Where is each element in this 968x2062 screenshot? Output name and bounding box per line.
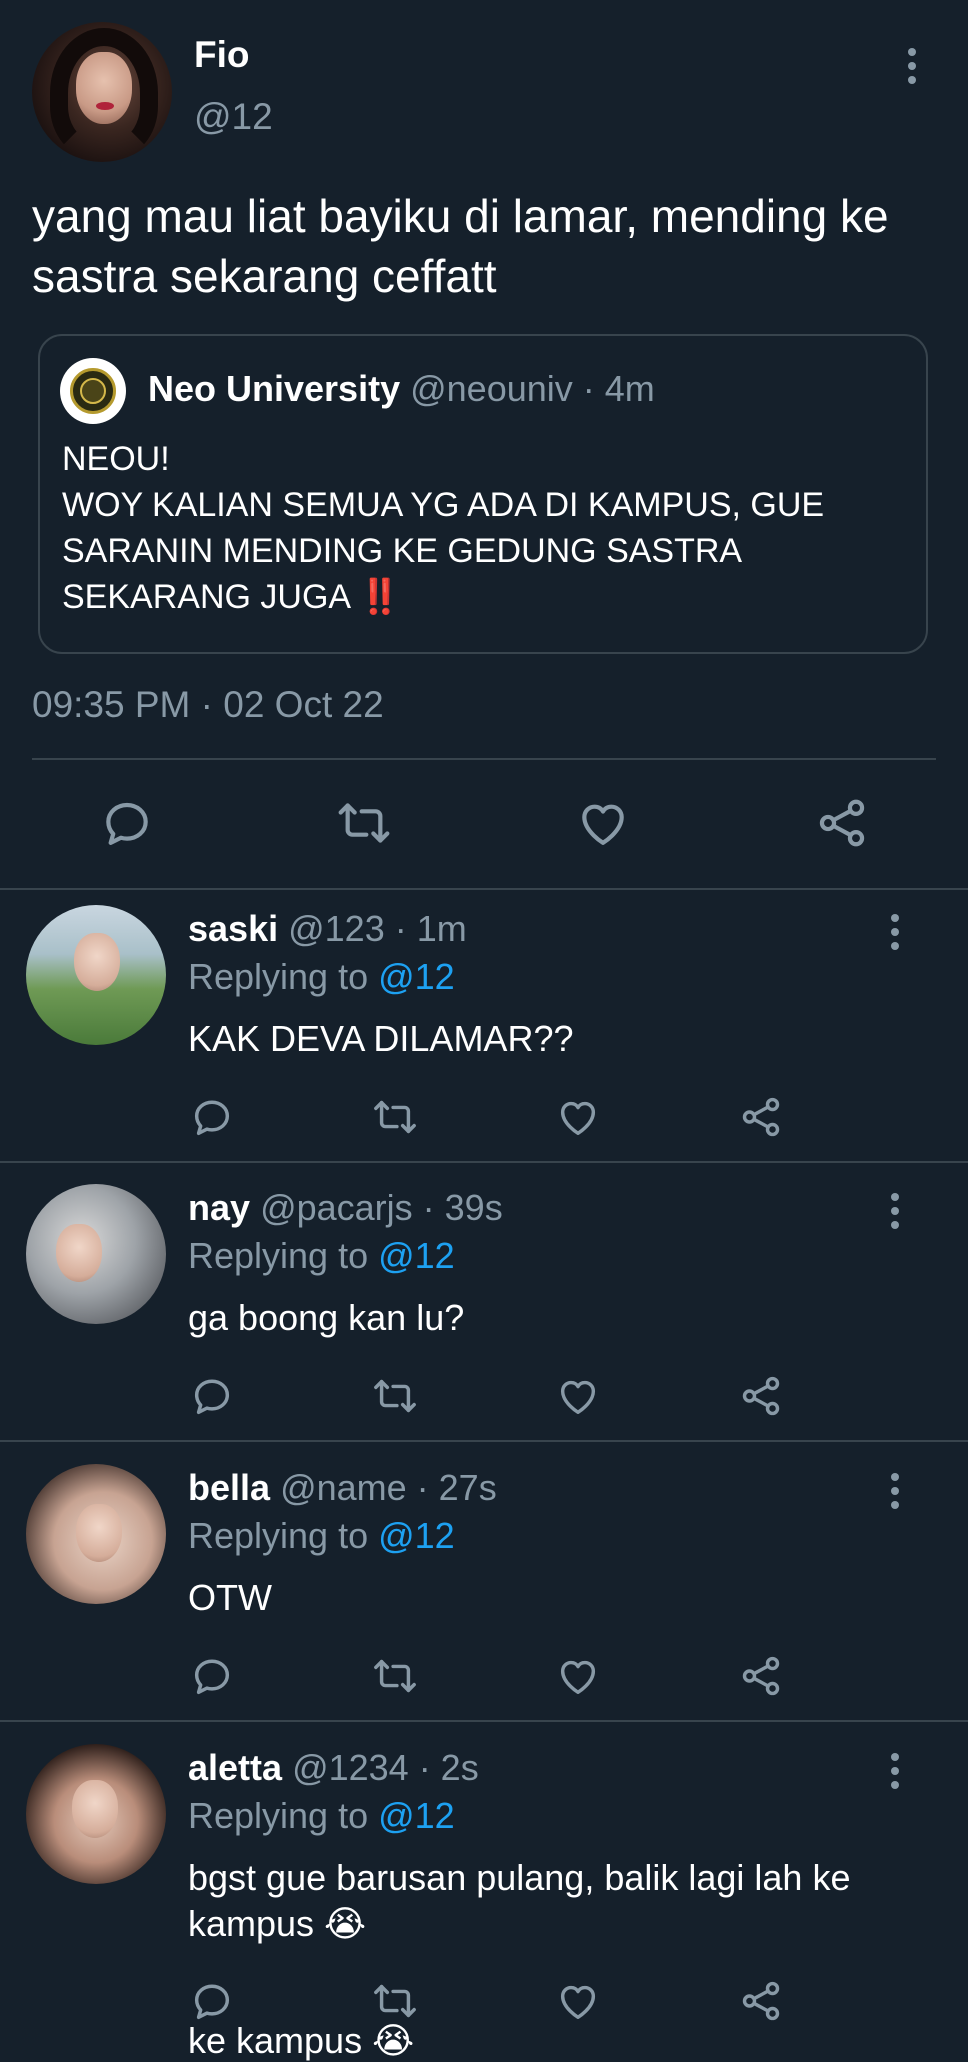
reply-author-name[interactable]: saski: [188, 908, 278, 949]
reply-text: ga boong kan lu?: [188, 1297, 465, 1338]
reply-text: OTW: [188, 1577, 272, 1618]
reply-avatar[interactable]: [26, 1464, 166, 1604]
author-avatar[interactable]: [32, 22, 172, 162]
quoted-author-name[interactable]: Neo University: [148, 368, 400, 409]
mention-link[interactable]: @12: [378, 1795, 455, 1836]
quoted-text-line: NEOU!: [62, 440, 170, 478]
mention-link[interactable]: @12: [378, 956, 455, 997]
section-divider: [0, 1720, 968, 1722]
more-options-icon[interactable]: [889, 1753, 901, 1793]
replying-to-label: Replying to: [188, 1795, 379, 1836]
avatar-face: [72, 1780, 118, 1838]
reply-meta: @name · 27s: [280, 1467, 497, 1508]
avatar-face: [56, 1224, 102, 1282]
retweet-icon[interactable]: [336, 795, 392, 851]
share-icon[interactable]: [814, 795, 870, 851]
replying-to-label: Replying to: [188, 1235, 379, 1276]
reply-meta: @1234 · 2s: [292, 1747, 479, 1788]
reply-meta: @123 · 1m: [288, 908, 467, 949]
tweet-timestamp: 09:35 PM · 02 Oct 22: [32, 684, 384, 725]
quoted-header: Neo University @neouniv · 4m: [148, 368, 655, 410]
like-icon[interactable]: [555, 1373, 601, 1419]
quoted-text-line: WOY KALIAN SEMUA YG ADA DI KAMPUS, GUE S…: [62, 486, 825, 616]
avatar-face: [76, 52, 132, 124]
reply-avatar[interactable]: [26, 1184, 166, 1324]
replying-to: Replying to @12: [188, 956, 455, 998]
double-exclamation-icon: ‼️: [358, 578, 401, 616]
replying-to-label: Replying to: [188, 956, 379, 997]
retweet-icon[interactable]: [372, 1653, 418, 1699]
like-icon[interactable]: [575, 795, 631, 851]
reply-author-name[interactable]: aletta: [188, 1747, 282, 1788]
divider: [32, 758, 936, 760]
comment-icon[interactable]: [189, 1094, 235, 1140]
reply-text: bgst gue barusan pulang, balik lagi lah …: [188, 1857, 851, 1944]
reply-header: aletta @1234 · 2s: [188, 1747, 479, 1789]
mention-link[interactable]: @12: [378, 1235, 455, 1276]
share-icon[interactable]: [738, 1094, 784, 1140]
avatar-face: [74, 933, 120, 991]
reply-avatar[interactable]: [26, 1744, 166, 1884]
reply-meta: @pacarjs · 39s: [260, 1187, 503, 1228]
tweet-text: yang mau liat bayiku di lamar, mending k…: [32, 190, 889, 302]
more-options-icon[interactable]: [889, 914, 901, 954]
replying-to: Replying to @12: [188, 1515, 455, 1557]
section-divider: [0, 1440, 968, 1442]
like-icon[interactable]: [555, 1094, 601, 1140]
reply-author-name[interactable]: bella: [188, 1467, 270, 1508]
retweet-icon[interactable]: [372, 1978, 418, 2024]
reply-header: saski @123 · 1m: [188, 908, 467, 950]
replying-to-label: Replying to: [188, 1515, 379, 1556]
share-icon[interactable]: [738, 1653, 784, 1699]
more-options-icon[interactable]: [906, 48, 918, 88]
section-divider: [0, 1161, 968, 1163]
comment-icon[interactable]: [99, 795, 155, 851]
retweet-icon[interactable]: [372, 1094, 418, 1140]
replying-to: Replying to @12: [188, 1795, 455, 1837]
more-options-icon[interactable]: [889, 1473, 901, 1513]
quoted-tweet-text: NEOU! WOY KALIAN SEMUA YG ADA DI KAMPUS,…: [62, 436, 912, 620]
quoted-author-meta: @neouniv · 4m: [410, 368, 655, 409]
retweet-icon[interactable]: [372, 1373, 418, 1419]
reply-author-name[interactable]: nay: [188, 1187, 250, 1228]
seal-inner: [80, 378, 106, 404]
comment-icon[interactable]: [189, 1653, 235, 1699]
comment-icon[interactable]: [189, 1373, 235, 1419]
author-handle[interactable]: @12: [194, 96, 273, 138]
reply-header: bella @name · 27s: [188, 1467, 497, 1509]
quoted-author-avatar[interactable]: [60, 358, 126, 424]
avatar-lips: [96, 102, 114, 110]
share-icon[interactable]: [738, 1373, 784, 1419]
more-options-icon[interactable]: [889, 1193, 901, 1233]
avatar-face: [76, 1504, 122, 1562]
section-divider: [0, 888, 968, 890]
reply-header: nay @pacarjs · 39s: [188, 1187, 503, 1229]
reply-text: KAK DEVA DILAMAR??: [188, 1018, 574, 1059]
mention-link[interactable]: @12: [378, 1515, 455, 1556]
comment-icon[interactable]: [189, 1978, 235, 2024]
like-icon[interactable]: [555, 1978, 601, 2024]
share-icon[interactable]: [738, 1978, 784, 2024]
author-name[interactable]: Fio: [194, 34, 249, 76]
like-icon[interactable]: [555, 1653, 601, 1699]
replying-to: Replying to @12: [188, 1235, 455, 1277]
reply-avatar[interactable]: [26, 905, 166, 1045]
overflow-text: ke kampus 😭: [188, 2020, 415, 2061]
